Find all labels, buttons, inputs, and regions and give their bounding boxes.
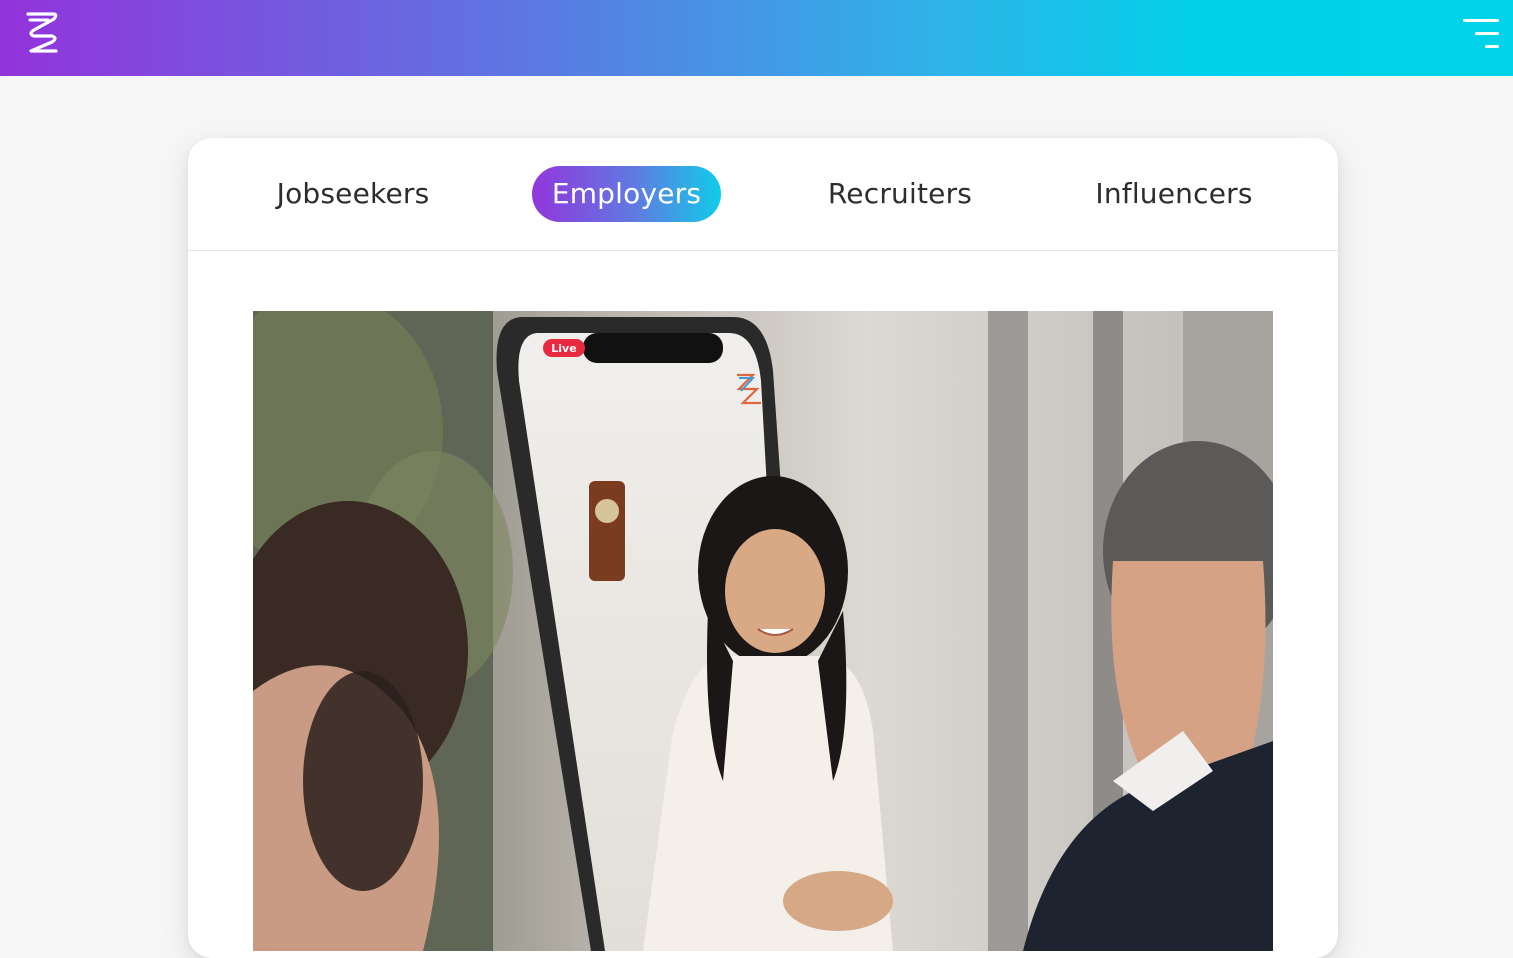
tab-influencers[interactable]: Influencers xyxy=(1076,166,1272,222)
hamburger-menu-icon[interactable] xyxy=(1461,16,1501,52)
tab-recruiters[interactable]: Recruiters xyxy=(808,166,992,222)
hero-image: Live xyxy=(253,311,1273,951)
tab-employers[interactable]: Employers xyxy=(532,166,721,222)
z-logo-icon[interactable] xyxy=(22,10,62,54)
audience-card: Jobseekers Employers Recruiters Influenc… xyxy=(188,138,1338,958)
top-navigation-bar xyxy=(0,0,1513,76)
audience-tabs: Jobseekers Employers Recruiters Influenc… xyxy=(188,138,1338,251)
tab-jobseekers[interactable]: Jobseekers xyxy=(258,166,448,222)
live-badge-label: Live xyxy=(551,342,576,355)
